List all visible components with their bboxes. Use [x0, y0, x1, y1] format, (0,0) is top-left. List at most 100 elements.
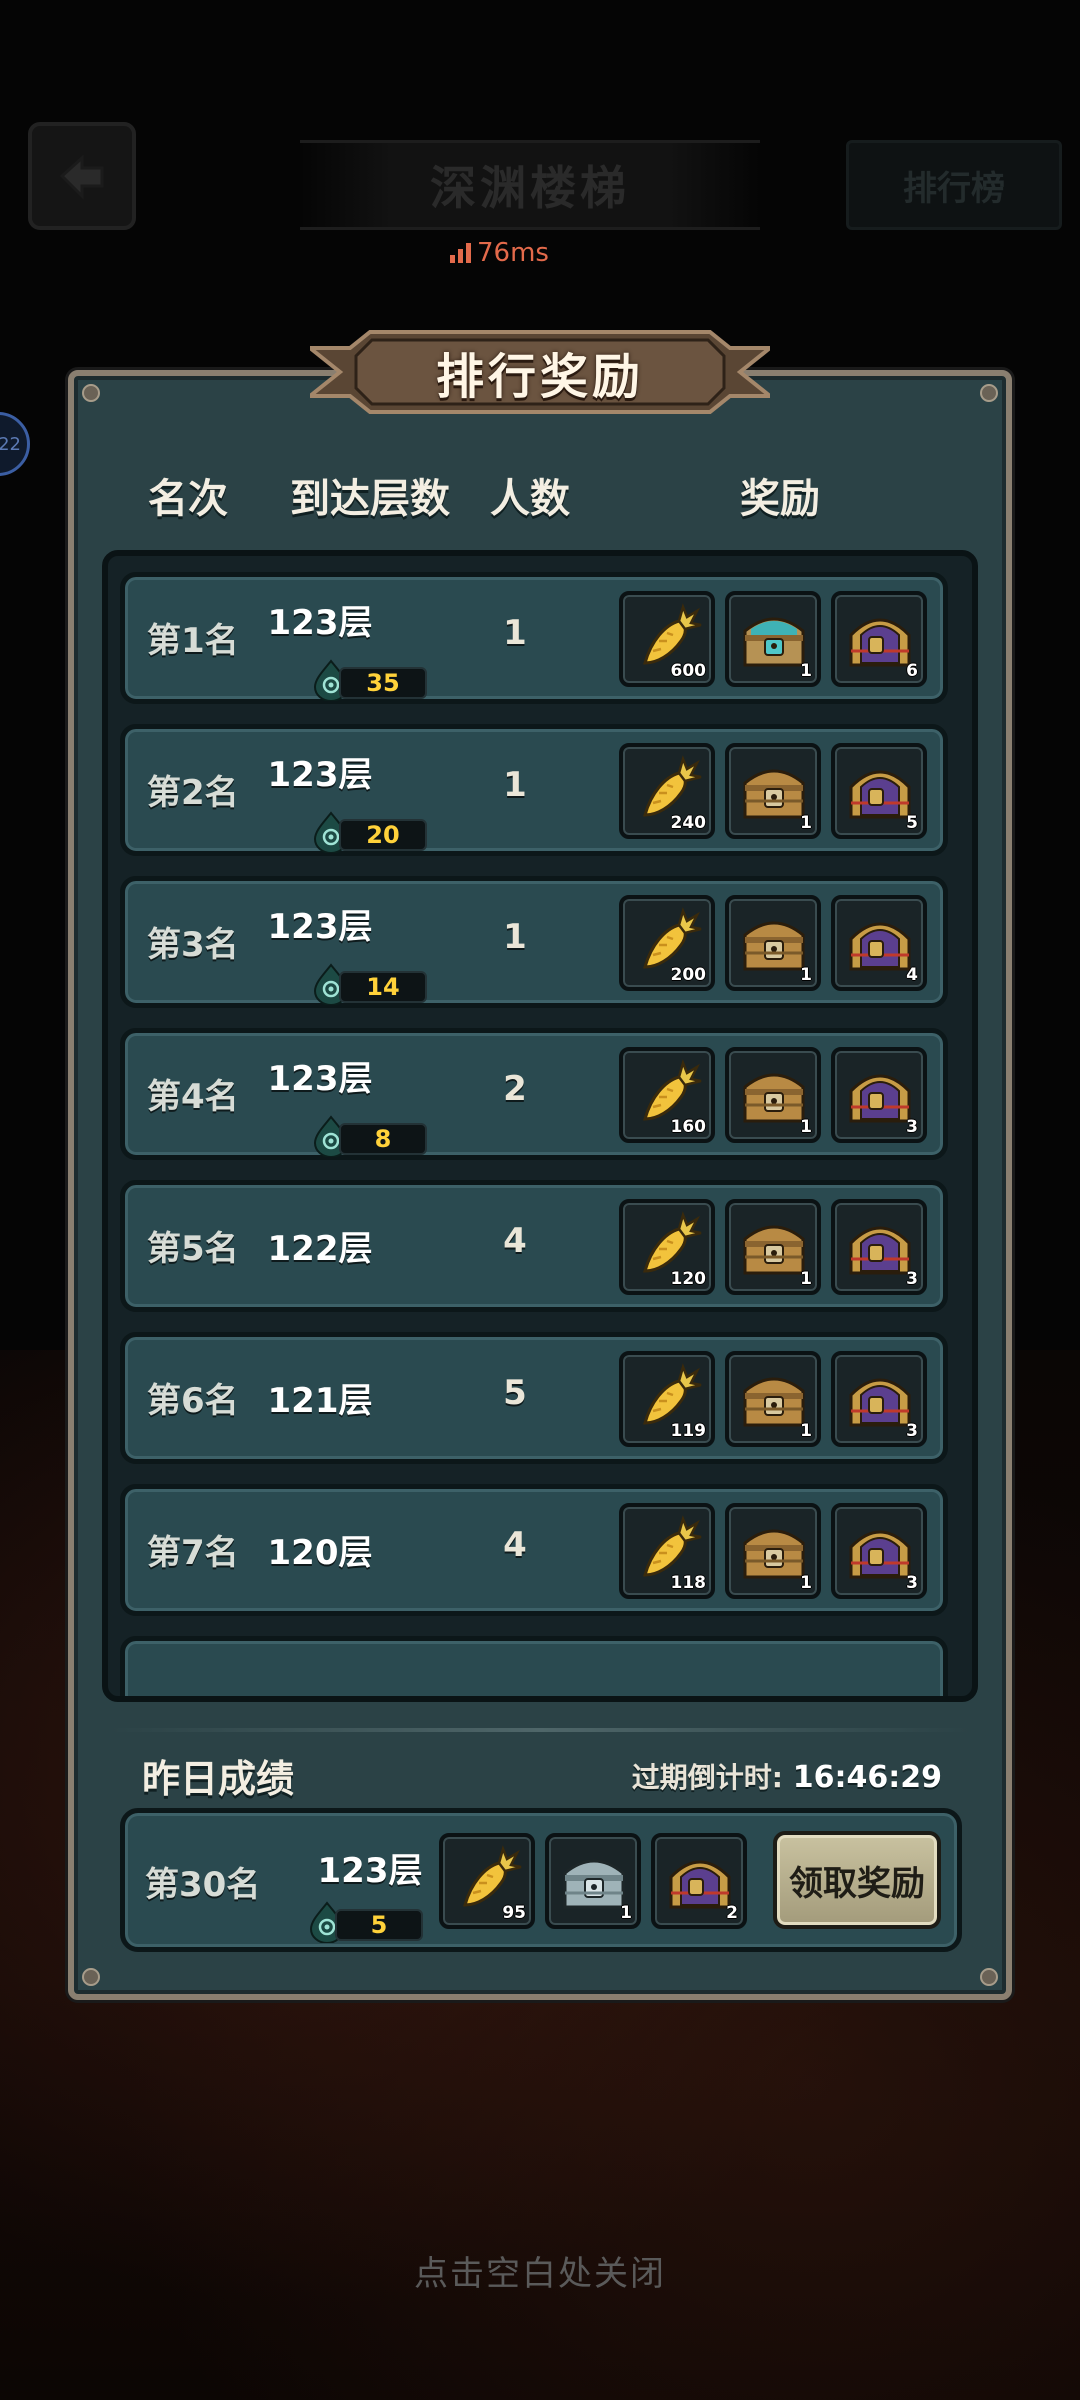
row-rewards: 160 1 3 — [619, 1047, 927, 1143]
back-arrow-icon — [59, 154, 104, 200]
my-floor-badge: 5 — [309, 1901, 423, 1943]
ranking-row: 第7名 120层 4 118 1 3 — [120, 1484, 948, 1616]
reward-item[interactable]: 1 — [545, 1833, 641, 1929]
reward-qty: 6 — [906, 661, 918, 681]
countdown-value: 16:46:29 — [792, 1760, 942, 1795]
row-floor: 123层 — [267, 603, 373, 643]
yesterday-title: 昨日成绩 — [142, 1757, 295, 1801]
my-rewards: 95 1 2 — [439, 1833, 747, 1929]
row-count: 1 — [503, 613, 527, 653]
reward-item[interactable]: 200 — [619, 895, 715, 991]
reward-item[interactable]: 119 — [619, 1351, 715, 1447]
row-rewards: 600 1 6 — [619, 591, 927, 687]
reward-item[interactable]: 240 — [619, 743, 715, 839]
page-title: 深渊楼梯 — [430, 161, 630, 215]
side-bubble[interactable]: 22 — [0, 412, 30, 476]
reward-item[interactable]: 1 — [725, 895, 821, 991]
reward-qty: 1 — [800, 813, 812, 833]
reward-item[interactable]: 118 — [619, 1503, 715, 1599]
reward-item[interactable]: 1 — [725, 1503, 821, 1599]
ranking-list[interactable]: 第1名 123层 35 1 600 1 6 第2名 123层 20 1 240 1 5 第3名 123层 14 1… — [102, 550, 978, 1702]
reward-item[interactable]: 120 — [619, 1199, 715, 1295]
my-rank: 第30名 — [145, 1865, 261, 1905]
reward-item[interactable]: 2 — [651, 1833, 747, 1929]
reward-item[interactable]: 1 — [725, 591, 821, 687]
row-floor: 121层 — [267, 1381, 373, 1421]
reward-item[interactable]: 3 — [831, 1047, 927, 1143]
ranking-row: 第1名 123层 35 1 600 1 6 — [120, 572, 948, 704]
header-rank: 名次 — [148, 476, 228, 522]
floor-badge: 20 — [313, 811, 427, 853]
row-rank: 第5名 — [147, 1229, 239, 1269]
floor-badge: 14 — [313, 963, 427, 1005]
leaderboard-button[interactable]: 排行榜 — [846, 140, 1062, 230]
claim-reward-button[interactable]: 领取奖励 — [773, 1831, 941, 1929]
reward-item[interactable]: 4 — [831, 895, 927, 991]
row-rewards: 200 1 4 — [619, 895, 927, 991]
ranking-row: 第2名 123层 20 1 240 1 5 — [120, 724, 948, 856]
row-floor: 120层 — [267, 1533, 373, 1573]
header-reward: 奖励 — [740, 476, 820, 522]
ranking-row: 第4名 123层 8 2 160 1 3 — [120, 1028, 948, 1160]
reward-item[interactable]: 5 — [831, 743, 927, 839]
reward-qty: 3 — [906, 1269, 918, 1289]
reward-qty: 5 — [906, 813, 918, 833]
row-floor: 123层 — [267, 1059, 373, 1099]
ranking-row: 第5名 122层 4 120 1 3 — [120, 1180, 948, 1312]
reward-qty: 2 — [726, 1903, 738, 1923]
reward-qty: 95 — [502, 1903, 526, 1923]
ping-value: 76ms — [477, 238, 549, 268]
row-count: 5 — [503, 1373, 527, 1413]
panel-title-banner: 排行奖励 — [310, 328, 770, 416]
reward-item[interactable]: 6 — [831, 591, 927, 687]
row-rank: 第4名 — [147, 1077, 239, 1117]
row-floor: 122层 — [267, 1229, 373, 1269]
row-count: 1 — [503, 765, 527, 805]
reward-qty: 3 — [906, 1117, 918, 1137]
row-rewards: 118 1 3 — [619, 1503, 927, 1599]
row-count: 4 — [503, 1525, 527, 1565]
reward-item[interactable]: 600 — [619, 591, 715, 687]
reward-item[interactable]: 1 — [725, 1199, 821, 1295]
reward-qty: 1 — [620, 1903, 632, 1923]
reward-item[interactable]: 3 — [831, 1503, 927, 1599]
header-floor: 到达层数 — [290, 476, 450, 522]
reward-item[interactable]: 1 — [725, 743, 821, 839]
reward-qty: 1 — [800, 1117, 812, 1137]
divider — [110, 1728, 970, 1732]
reward-item[interactable]: 1 — [725, 1351, 821, 1447]
back-button[interactable] — [28, 122, 136, 230]
row-rank: 第2名 — [147, 773, 239, 813]
reward-qty: 118 — [670, 1573, 707, 1593]
reward-item[interactable]: 3 — [831, 1199, 927, 1295]
header-count: 人数 — [490, 476, 570, 522]
reward-qty: 1 — [800, 965, 812, 985]
expire-countdown: 过期倒计时: 16:46:29 — [631, 1760, 942, 1795]
reward-qty: 3 — [906, 1573, 918, 1593]
row-count: 1 — [503, 917, 527, 957]
reward-qty: 119 — [670, 1421, 707, 1441]
row-floor: 123层 — [267, 755, 373, 795]
reward-item[interactable]: 95 — [439, 1833, 535, 1929]
reward-qty: 1 — [800, 661, 812, 681]
row-count: 4 — [503, 1221, 527, 1261]
reward-qty: 200 — [670, 965, 707, 985]
reward-qty: 120 — [670, 1269, 707, 1289]
reward-item[interactable]: 160 — [619, 1047, 715, 1143]
reward-qty: 1 — [800, 1269, 812, 1289]
panel-title: 排行奖励 — [435, 349, 644, 405]
reward-qty: 160 — [670, 1117, 707, 1137]
row-rank: 第7名 — [147, 1533, 239, 1573]
ranking-row: 第3名 123层 14 1 200 1 4 — [120, 876, 948, 1008]
reward-qty: 600 — [670, 661, 707, 681]
floor-badge: 8 — [313, 1115, 427, 1157]
reward-item[interactable]: 3 — [831, 1351, 927, 1447]
row-rank: 第6名 — [147, 1381, 239, 1421]
network-ping: 76ms — [450, 236, 549, 270]
ranking-row: 第6名 121层 5 119 1 3 — [120, 1332, 948, 1464]
row-rewards: 240 1 5 — [619, 743, 927, 839]
reward-item[interactable]: 1 — [725, 1047, 821, 1143]
reward-qty: 1 — [800, 1573, 812, 1593]
close-hint[interactable]: 点击空白处关闭 — [0, 2246, 1080, 2295]
floor-badge: 35 — [313, 659, 427, 701]
